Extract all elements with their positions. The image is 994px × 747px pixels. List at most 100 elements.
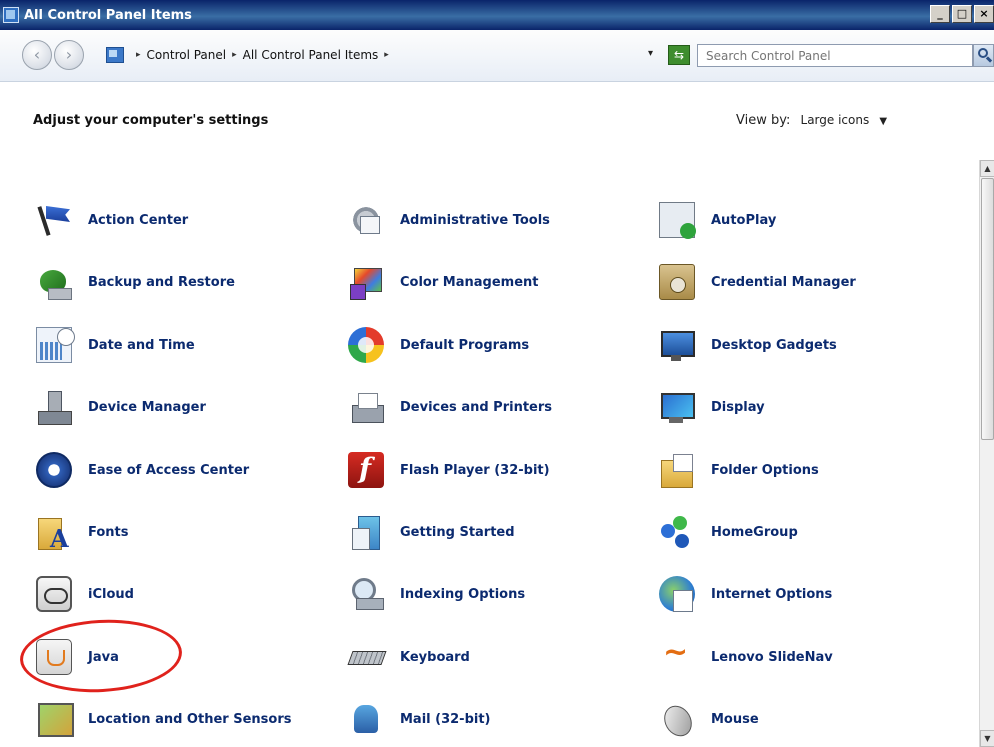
calendar-clock-icon [36, 327, 75, 363]
homegroup-icon [659, 514, 695, 550]
breadcrumb-control-panel[interactable]: Control Panel [147, 48, 227, 62]
mouse-icon [659, 701, 695, 737]
close-button[interactable]: × [974, 5, 994, 23]
item-action-center[interactable]: Action Center [36, 200, 188, 240]
item-icloud[interactable]: iCloud [36, 574, 134, 614]
item-label[interactable]: Default Programs [400, 338, 529, 353]
indexing-options-icon [348, 576, 384, 612]
credential-manager-icon [659, 264, 695, 300]
breadcrumb[interactable]: ▸ Control Panel ▸ All Control Panel Item… [100, 42, 680, 68]
item-ease-of-access[interactable]: Ease of Access Center [36, 450, 249, 490]
item-label[interactable]: Lenovo SlideNav [711, 650, 833, 665]
item-mouse[interactable]: Mouse [659, 699, 759, 739]
item-homegroup[interactable]: HomeGroup [659, 512, 798, 552]
control-panel-icon [3, 7, 19, 23]
item-flash-player[interactable]: Flash Player (32-bit) [348, 450, 550, 490]
device-manager-icon [36, 389, 72, 425]
breadcrumb-all-items[interactable]: All Control Panel Items [243, 48, 379, 62]
item-label[interactable]: Date and Time [88, 338, 195, 353]
mail-icon [348, 701, 384, 737]
keyboard-icon [348, 639, 384, 675]
control-panel-icon [106, 47, 124, 63]
forward-button[interactable]: › [54, 40, 84, 70]
item-devices-and-printers[interactable]: Devices and Printers [348, 387, 552, 427]
minimize-button[interactable]: _ [930, 5, 950, 23]
annotation-circle [18, 615, 184, 697]
item-fonts[interactable]: Fonts [36, 512, 129, 553]
ease-of-access-icon [36, 452, 72, 488]
color-management-icon [348, 264, 384, 300]
desktop-gadgets-icon [659, 327, 695, 363]
item-lenovo-slidenav[interactable]: Lenovo SlideNav [659, 635, 833, 677]
item-label[interactable]: Getting Started [400, 525, 515, 540]
vertical-scrollbar[interactable]: ▲ ▼ [979, 160, 994, 747]
window-controls: _ □ × [930, 5, 994, 23]
item-label[interactable]: Mail (32-bit) [400, 712, 491, 727]
item-label[interactable]: HomeGroup [711, 525, 798, 540]
page-title: Adjust your computer's settings [33, 113, 269, 128]
item-administrative-tools[interactable]: Administrative Tools [348, 200, 550, 240]
item-label[interactable]: iCloud [88, 587, 134, 602]
address-dropdown-icon[interactable]: ▾ [648, 48, 653, 59]
breadcrumb-separator[interactable]: ▸ [232, 50, 237, 60]
item-indexing-options[interactable]: Indexing Options [348, 574, 525, 614]
scroll-down-button[interactable]: ▼ [980, 730, 994, 747]
item-desktop-gadgets[interactable]: Desktop Gadgets [659, 325, 837, 365]
item-date-and-time[interactable]: Date and Time [36, 325, 195, 365]
item-default-programs[interactable]: Default Programs [348, 325, 529, 365]
item-label[interactable]: Mouse [711, 712, 759, 727]
search-input[interactable] [697, 44, 973, 67]
item-autoplay[interactable]: AutoPlay [659, 200, 776, 240]
item-label[interactable]: Display [711, 400, 765, 415]
view-by-dropdown[interactable]: Large icons [801, 113, 870, 127]
item-label[interactable]: Keyboard [400, 650, 470, 665]
item-label[interactable]: Fonts [88, 525, 129, 540]
item-label[interactable]: Color Management [400, 275, 539, 290]
item-credential-manager[interactable]: Credential Manager [659, 262, 856, 302]
item-label[interactable]: Internet Options [711, 587, 832, 602]
item-backup-and-restore[interactable]: Backup and Restore [36, 262, 235, 302]
item-keyboard[interactable]: Keyboard [348, 637, 470, 677]
item-location-sensors[interactable]: Location and Other Sensors [36, 699, 291, 739]
search-button[interactable] [973, 44, 994, 67]
item-label[interactable]: Device Manager [88, 400, 206, 415]
item-mail[interactable]: Mail (32-bit) [348, 699, 491, 739]
breadcrumb-separator[interactable]: ▸ [384, 50, 389, 60]
item-label[interactable]: Action Center [88, 213, 188, 228]
autoplay-icon [659, 202, 696, 239]
item-internet-options[interactable]: Internet Options [659, 574, 832, 614]
refresh-button[interactable]: ⇆ [668, 45, 690, 65]
lenovo-slidenav-icon [659, 635, 695, 675]
item-display[interactable]: Display [659, 387, 765, 427]
item-label[interactable]: Administrative Tools [400, 213, 550, 228]
scroll-thumb[interactable] [981, 178, 994, 440]
item-folder-options[interactable]: Folder Options [659, 450, 819, 490]
item-label[interactable]: Folder Options [711, 463, 819, 478]
internet-options-icon [659, 576, 695, 612]
item-label[interactable]: Indexing Options [400, 587, 525, 602]
item-label[interactable]: Desktop Gadgets [711, 338, 837, 353]
title-bar[interactable]: All Control Panel Items _ □ × [0, 0, 994, 30]
item-device-manager[interactable]: Device Manager [36, 387, 206, 427]
item-label[interactable]: Location and Other Sensors [88, 712, 291, 727]
display-icon [659, 389, 695, 425]
item-label[interactable]: AutoPlay [711, 213, 776, 228]
item-label[interactable]: Ease of Access Center [88, 463, 249, 478]
maximize-button[interactable]: □ [952, 5, 972, 23]
chevron-down-icon[interactable]: ▼ [879, 116, 887, 127]
getting-started-icon [348, 514, 384, 550]
breadcrumb-separator[interactable]: ▸ [136, 50, 141, 60]
default-programs-icon [348, 327, 384, 363]
item-label[interactable]: Credential Manager [711, 275, 856, 290]
view-by: View by: Large icons ▼ [736, 113, 887, 128]
back-button[interactable]: ‹ [22, 40, 52, 70]
item-label[interactable]: Backup and Restore [88, 275, 235, 290]
item-label[interactable]: Devices and Printers [400, 400, 552, 415]
item-color-management[interactable]: Color Management [348, 262, 539, 302]
admin-tools-icon [348, 202, 384, 238]
printer-icon [348, 389, 384, 425]
backup-icon [36, 264, 72, 300]
item-getting-started[interactable]: Getting Started [348, 512, 515, 552]
item-label[interactable]: Flash Player (32-bit) [400, 463, 550, 478]
scroll-up-button[interactable]: ▲ [980, 160, 994, 177]
